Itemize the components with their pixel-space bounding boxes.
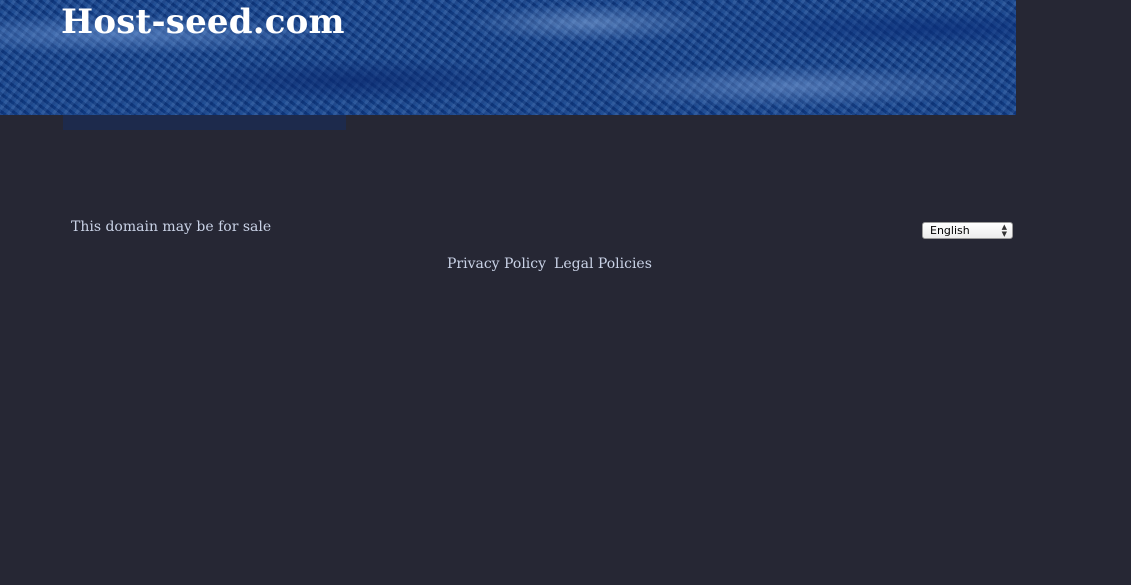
arrow-down-icon: ▼: [1001, 230, 1007, 238]
footer-links: Privacy Policy Legal Policies: [447, 254, 652, 274]
nav-strip: [63, 115, 346, 130]
domain-sale-notice[interactable]: This domain may be for sale: [71, 217, 271, 237]
language-select-value: English: [930, 224, 970, 237]
legal-policies-link[interactable]: Legal Policies: [554, 256, 652, 272]
language-select[interactable]: English ▲ ▼: [922, 222, 1013, 239]
header-banner: Host-seed.com: [0, 0, 1016, 115]
privacy-policy-link[interactable]: Privacy Policy: [447, 256, 546, 272]
site-title[interactable]: Host-seed.com: [61, 0, 345, 44]
select-arrows-icon: ▲ ▼: [1002, 223, 1007, 238]
